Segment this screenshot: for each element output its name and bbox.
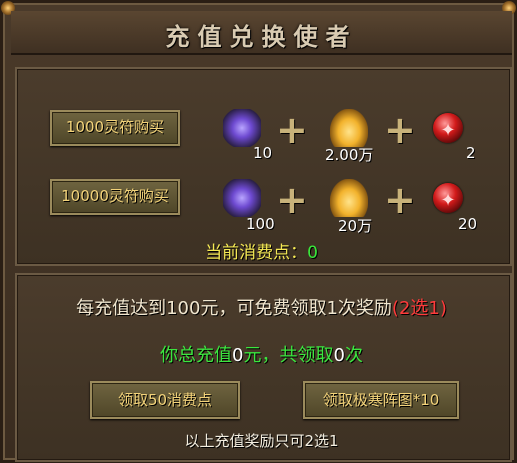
consume-value: 0 <box>307 243 318 263</box>
plus-icon: + <box>384 178 416 222</box>
red-orb-icon <box>433 113 463 143</box>
recharge-status-text: 你总充值0元，共领取0次 <box>3 341 517 367</box>
status-text-c: 次 <box>344 345 363 366</box>
total-recharge-amount: 0 <box>232 345 244 366</box>
plus-icon: + <box>384 108 416 152</box>
status-text-b: 元，共领取 <box>243 345 334 366</box>
status-text-a: 你总充值 <box>160 345 233 366</box>
plus-icon: + <box>276 178 308 222</box>
dialog-frame: 充值兑换使者 1000灵符购买 10 + 2.00万 + 2 10000灵符购买… <box>0 0 517 463</box>
consume-label: 当前消费点： <box>205 243 308 263</box>
reward-qty: 20 <box>458 215 478 233</box>
reward-qty: 10 <box>253 144 273 162</box>
rune-icon <box>223 109 261 147</box>
recharge-rule-text: 每充值达到100元，可免费领取1次奖励(2选1) <box>3 294 517 320</box>
claim-frost-formation-button[interactable]: 领取极寒阵图*10 <box>303 381 459 419</box>
reward-qty: 2 <box>466 144 476 162</box>
rule-text: 每充值达到100元，可免费领取1次奖励 <box>76 298 392 319</box>
reward-qty: 20万 <box>338 217 373 235</box>
reward-qty: 2.00万 <box>325 146 374 164</box>
dialog-title: 充值兑换使者 <box>165 22 358 51</box>
claim-consume-points-button[interactable]: 领取50消费点 <box>90 381 240 419</box>
reward-qty: 100 <box>246 215 275 233</box>
rule-highlight: (2选1) <box>391 298 447 319</box>
consume-points: 当前消费点：0 <box>3 238 517 263</box>
reward-note: 以上充值奖励只可2选1 <box>184 432 339 450</box>
rune-icon <box>223 179 261 217</box>
claim-count: 0 <box>333 345 345 366</box>
buy-1000-button[interactable]: 1000灵符购买 <box>50 110 180 146</box>
plus-icon: + <box>276 108 308 152</box>
purchase-panel <box>15 67 512 266</box>
gold-ingot-icon <box>330 109 368 147</box>
title-bar: 充值兑换使者 <box>11 11 512 55</box>
gold-ingot-icon <box>330 179 368 217</box>
red-orb-icon <box>433 183 463 213</box>
buy-10000-button[interactable]: 10000灵符购买 <box>50 179 180 215</box>
